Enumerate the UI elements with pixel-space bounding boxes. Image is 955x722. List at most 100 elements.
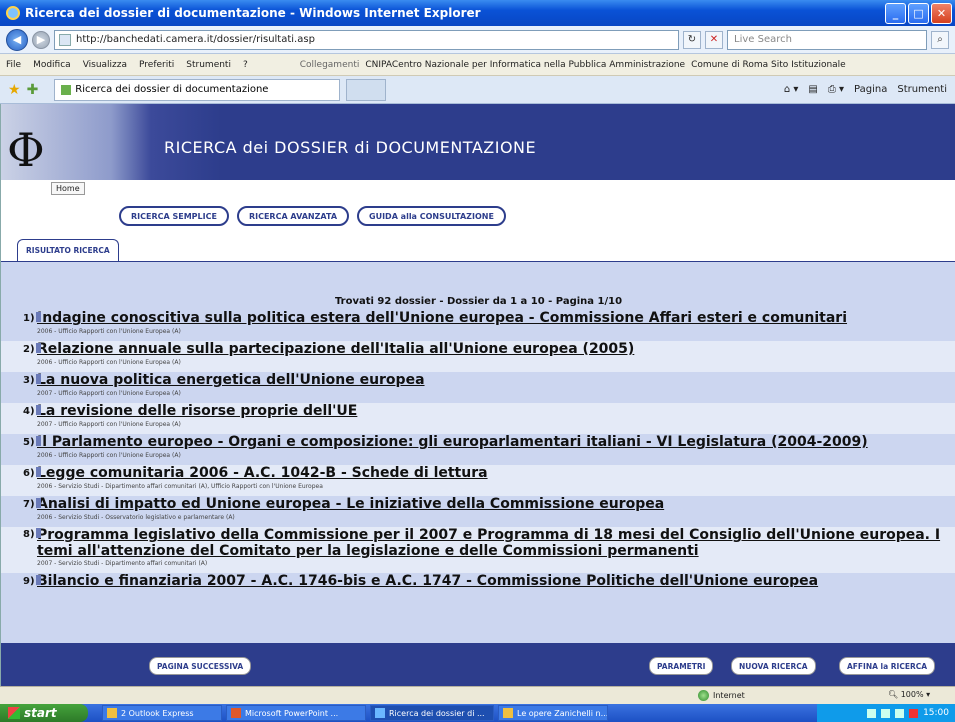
list-item: 9) Bilancio e finanziaria 2007 - A.C. 174… bbox=[1, 573, 955, 587]
link-cnipa[interactable]: CNIPACentro Nazionale per Informatica ne… bbox=[365, 60, 685, 70]
links-toolbar: Collegamenti CNIPACentro Nazionale per I… bbox=[299, 59, 846, 70]
result-meta: 2007 - Servizio Studi - Dipartimento aff… bbox=[37, 560, 208, 567]
menu-visualizza[interactable]: Visualizza bbox=[83, 60, 127, 70]
system-tray: 15:00 bbox=[817, 704, 955, 722]
result-meta: 2006 - Servizio Studi - Osservatorio leg… bbox=[37, 514, 235, 521]
list-item: 7) Analisi di impatto ed Unione europea -… bbox=[1, 496, 955, 527]
simple-search-button[interactable]: RICERCA SEMPLICE bbox=[119, 206, 229, 226]
window-title: Ricerca dei dossier di documentazione - … bbox=[25, 6, 481, 20]
banner: Φ RICERCA dei DOSSIER di DOCUMENTAZIONE … bbox=[1, 104, 955, 198]
result-meta: 2006 - Ufficio Rapporti con l'Unione Eur… bbox=[37, 452, 181, 459]
new-tab-button[interactable] bbox=[346, 78, 387, 101]
result-link[interactable]: 6) Legge comunitaria 2006 - A.C. 1042-B -… bbox=[1, 465, 955, 482]
zoom-control[interactable]: 🔍︎ 100% ▾ bbox=[888, 690, 930, 699]
bottom-nav: PAGINA SUCCESSIVA PARAMETRI NUOVA RICERC… bbox=[1, 643, 955, 686]
list-item: 5) Il Parlamento europeo - Organi e compo… bbox=[1, 434, 955, 465]
result-number: 8) bbox=[23, 527, 41, 543]
result-number: 7) bbox=[23, 496, 41, 513]
home-link[interactable]: Home bbox=[51, 182, 85, 195]
result-meta: 2007 - Ufficio Rapporti con l'Unione Eur… bbox=[37, 390, 181, 397]
result-meta: 2006 - Ufficio Rapporti con l'Unione Eur… bbox=[37, 328, 181, 335]
task-zanichelli[interactable]: Le opere Zanichelli n... bbox=[498, 705, 608, 721]
task-ie[interactable]: Ricerca dei dossier di ... bbox=[370, 705, 494, 721]
next-page-button[interactable]: PAGINA SUCCESSIVA bbox=[149, 657, 252, 675]
tools-menu[interactable]: Strumenti bbox=[897, 84, 947, 95]
powerpoint-icon bbox=[231, 708, 241, 718]
result-link[interactable]: 9) Bilancio e finanziaria 2007 - A.C. 174… bbox=[1, 573, 955, 587]
task-powerpoint[interactable]: Microsoft PowerPoint ... bbox=[226, 705, 366, 721]
zoom-icon: 🔍︎ bbox=[888, 690, 899, 699]
ie-icon bbox=[375, 708, 385, 718]
new-search-button[interactable]: NUOVA RICERCA bbox=[731, 657, 816, 675]
results-summary: Trovati 92 dossier - Dossier da 1 a 10 -… bbox=[334, 296, 623, 307]
minimize-button[interactable]: _ bbox=[885, 2, 906, 24]
result-number: 3) bbox=[23, 372, 41, 389]
link-comune-roma[interactable]: Comune di Roma Sito Istituzionale bbox=[691, 60, 846, 70]
page-icon bbox=[61, 84, 72, 95]
result-link[interactable]: 4) La revisione delle risorse proprie del… bbox=[1, 403, 955, 420]
guide-button[interactable]: GUIDA alla CONSULTAZIONE bbox=[357, 206, 506, 226]
back-button[interactable]: ◀ bbox=[6, 28, 28, 51]
menu-modifica[interactable]: Modifica bbox=[33, 60, 71, 70]
task-outlook[interactable]: 2 Outlook Express bbox=[102, 705, 222, 721]
results-list: 1) Indagine conoscitiva sulla politica es… bbox=[1, 310, 955, 587]
result-number: 2) bbox=[23, 341, 41, 358]
menu-file[interactable]: File bbox=[6, 60, 21, 70]
taskbar: start 2 Outlook Express Microsoft PowerP… bbox=[0, 704, 955, 722]
tray-icon[interactable] bbox=[909, 708, 919, 718]
menu-help[interactable]: ? bbox=[243, 60, 248, 70]
list-item: 8) Programma legislativo della Commission… bbox=[1, 527, 955, 573]
start-button[interactable]: start bbox=[0, 704, 88, 722]
add-favorite-icon[interactable]: ✚ bbox=[27, 82, 39, 98]
globe-icon bbox=[698, 690, 709, 701]
tray-icon[interactable] bbox=[867, 708, 877, 718]
advanced-search-button[interactable]: RICERCA AVANZATA bbox=[236, 206, 350, 226]
search-icon[interactable]: ⌕ bbox=[931, 30, 949, 49]
outlook-icon bbox=[107, 708, 117, 718]
logo-icon: Φ bbox=[7, 123, 45, 177]
tray-icon[interactable] bbox=[881, 708, 891, 718]
list-item: 6) Legge comunitaria 2006 - A.C. 1042-B -… bbox=[1, 465, 955, 496]
result-link[interactable]: 7) Analisi di impatto ed Unione europea -… bbox=[1, 496, 955, 513]
url-input[interactable]: http://banchedati.camera.it/dossier/risu… bbox=[54, 29, 679, 50]
result-link[interactable]: 1) Indagine conoscitiva sulla politica es… bbox=[1, 310, 955, 327]
result-link[interactable]: 5) Il Parlamento europeo - Organi e compo… bbox=[1, 434, 955, 451]
security-zone: Internet bbox=[698, 690, 745, 701]
tab-bar: ★ ✚ Ricerca dei dossier di documentazion… bbox=[0, 76, 955, 104]
menu-strumenti[interactable]: Strumenti bbox=[186, 60, 231, 70]
result-link[interactable]: 3) La nuova politica energetica dell'Unio… bbox=[1, 372, 955, 389]
address-bar: ◀ ▶ http://banchedati.camera.it/dossier/… bbox=[0, 26, 955, 54]
result-number: 6) bbox=[23, 465, 41, 482]
list-item: 2) Relazione annuale sulla partecipazione… bbox=[1, 341, 955, 372]
forward-button[interactable]: ▶ bbox=[32, 30, 50, 49]
home-icon[interactable]: ⌂ ▾ bbox=[784, 84, 799, 95]
refresh-button[interactable]: ↻ bbox=[683, 30, 701, 49]
page-icon bbox=[59, 33, 71, 46]
search-input[interactable]: Live Search bbox=[727, 29, 927, 50]
tab-result[interactable]: RISULTATO RICERCA bbox=[17, 239, 119, 261]
print-icon[interactable]: ⎙ ▾ bbox=[828, 84, 844, 95]
menu-preferiti[interactable]: Preferiti bbox=[139, 60, 174, 70]
stop-button[interactable]: ✕ bbox=[705, 30, 723, 49]
result-link[interactable]: 2) Relazione annuale sulla partecipazione… bbox=[1, 341, 955, 358]
title-bar: Ricerca dei dossier di documentazione - … bbox=[0, 0, 955, 26]
result-number: 4) bbox=[23, 403, 41, 420]
result-meta: 2006 - Servizio Studi - Dipartimento aff… bbox=[37, 483, 323, 490]
close-button[interactable]: ✕ bbox=[931, 2, 952, 24]
page-menu[interactable]: Pagina bbox=[854, 84, 887, 95]
parameters-button[interactable]: PARAMETRI bbox=[649, 657, 714, 675]
favorites-star-icon[interactable]: ★ bbox=[8, 82, 21, 98]
tray-icon[interactable] bbox=[895, 708, 905, 718]
feeds-icon[interactable]: ▤ bbox=[808, 84, 817, 95]
result-meta: 2006 - Ufficio Rapporti con l'Unione Eur… bbox=[37, 359, 181, 366]
result-number: 1) bbox=[23, 310, 41, 327]
page-content: Φ RICERCA dei DOSSIER di DOCUMENTAZIONE … bbox=[0, 104, 955, 686]
list-item: 4) La revisione delle risorse proprie del… bbox=[1, 403, 955, 434]
result-number: 9) bbox=[23, 573, 41, 587]
refine-search-button[interactable]: AFFINA la RICERCA bbox=[839, 657, 936, 675]
tab-current[interactable]: Ricerca dei dossier di documentazione bbox=[54, 78, 341, 101]
maximize-button[interactable]: □ bbox=[908, 2, 929, 24]
windows-logo-icon bbox=[8, 707, 20, 719]
result-meta: 2007 - Ufficio Rapporti con l'Unione Eur… bbox=[37, 421, 181, 428]
result-link[interactable]: 8) Programma legislativo della Commission… bbox=[1, 527, 955, 559]
